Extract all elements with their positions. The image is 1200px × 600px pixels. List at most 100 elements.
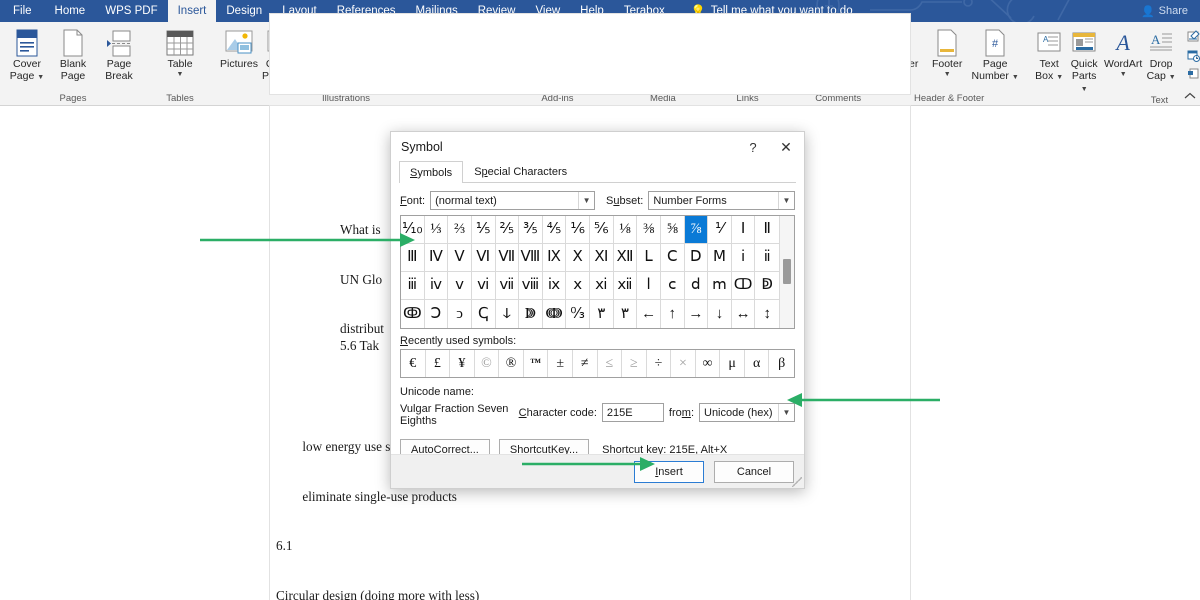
symbol-grid[interactable]: ⅒⅓⅔⅕⅖⅗⅘⅙⅚⅛⅜⅝⅞⅟ⅠⅡ ⅢⅣⅤⅥⅦⅧⅨⅩⅪⅫⅬⅭⅮⅯⅰⅱ ⅲⅳⅴⅵⅶⅷⅸⅹ… [401, 216, 779, 328]
symbol-cell[interactable]: → [685, 300, 709, 328]
ribbon-tab-insert[interactable]: Insert [167, 0, 217, 22]
footer-button[interactable]: Footer ▼ [924, 25, 970, 87]
symbol-cell[interactable]: ↄ [448, 300, 472, 328]
recent-symbol-cell[interactable]: ® [499, 350, 524, 377]
recent-symbol-cell[interactable]: × [671, 350, 696, 377]
symbol-grid-scrollbar[interactable] [779, 216, 794, 328]
symbol-cell[interactable]: Ⅵ [471, 244, 496, 272]
symbol-cell[interactable]: ⅒ [401, 216, 425, 244]
from-select[interactable]: Unicode (hex) ▼ [699, 403, 795, 422]
symbol-cell[interactable]: ↉ [566, 300, 590, 328]
recent-symbol-cell[interactable]: ™ [524, 350, 549, 377]
insert-button[interactable]: Insert [634, 460, 704, 483]
symbol-cell[interactable]: ↆ [496, 300, 520, 328]
subset-select[interactable]: Number Forms ▼ [648, 191, 795, 210]
wordart-button[interactable]: A WordArt ▼ [1102, 25, 1144, 87]
symbol-cell[interactable]: ⅘ [542, 216, 567, 244]
symbol-cell[interactable]: Ⅴ [448, 244, 472, 272]
object-button[interactable]: Object ▼ [1182, 65, 1200, 84]
scrollbar-thumb[interactable] [783, 259, 791, 284]
cover-page-button[interactable]: Cover Page ▼ [4, 25, 50, 87]
symbol-cell[interactable]: Ⅶ [495, 244, 520, 272]
symbol-dialog[interactable]: Symbol ? ✕ SSymbolsymbols Special Charac… [390, 131, 805, 489]
symbol-cell[interactable]: ⅼ [637, 272, 661, 300]
collapse-ribbon-button[interactable] [1184, 91, 1196, 103]
page-number-button[interactable]: # Page Number ▼ [970, 25, 1020, 87]
recent-symbol-cell[interactable]: ± [548, 350, 573, 377]
symbol-cell[interactable]: ⅟ [708, 216, 732, 244]
recent-symbol-cell[interactable]: £ [426, 350, 451, 377]
quick-parts-button[interactable]: Quick Parts ▼ [1066, 25, 1102, 94]
recent-symbol-cell[interactable]: © [475, 350, 500, 377]
symbol-cell[interactable]: Ⅰ [731, 216, 756, 244]
symbol-cell[interactable]: Ⅷ [519, 244, 543, 272]
symbol-cell[interactable]: ↇ [519, 300, 543, 328]
symbol-cell[interactable]: Ⅱ [755, 216, 779, 244]
symbol-cell[interactable]: ٣ [590, 300, 614, 328]
table-button[interactable]: Table ▼ [154, 25, 206, 87]
chevron-down-icon[interactable]: ▼ [778, 404, 794, 421]
signature-line-button[interactable]: Signature Line ▼ [1182, 27, 1200, 46]
recent-symbol-cell[interactable]: ≤ [598, 350, 623, 377]
text-box-button[interactable]: A Text Box ▼ [1032, 25, 1066, 87]
symbol-cell[interactable]: ⅝ [660, 216, 685, 244]
symbol-cell[interactable]: ⅴ [448, 272, 472, 300]
symbol-cell[interactable]: ⅜ [637, 216, 661, 244]
symbol-cell[interactable]: ↔ [732, 300, 756, 328]
symbol-cell[interactable]: ⅗ [519, 216, 543, 244]
symbol-cell[interactable]: ⅕ [471, 216, 496, 244]
symbol-cell[interactable]: Ⅹ [566, 244, 590, 272]
recent-symbol-cell[interactable]: ≠ [573, 350, 598, 377]
cancel-button[interactable]: Cancel [714, 460, 794, 483]
symbol-cell[interactable]: ⅔ [448, 216, 472, 244]
symbol-cell[interactable]: ⅿ [708, 272, 732, 300]
symbol-cell[interactable]: ⅰ [731, 244, 756, 272]
symbol-cell[interactable]: ⅸ [542, 272, 567, 300]
symbol-cell[interactable]: ⅾ [684, 272, 709, 300]
symbol-cell[interactable]: ⅳ [424, 272, 449, 300]
symbol-cell[interactable]: ⅖ [495, 216, 520, 244]
ribbon-tab-design[interactable]: Design [216, 0, 272, 22]
ribbon-tab-wps-pdf[interactable]: WPS PDF [95, 0, 167, 22]
symbol-cell[interactable]: ↈ [543, 300, 567, 328]
symbol-cell[interactable]: ⅙ [566, 216, 590, 244]
symbol-cell[interactable]: ↁ [755, 272, 779, 300]
resize-grip-icon[interactable] [792, 477, 802, 487]
symbol-cell[interactable]: ↅ [472, 300, 496, 328]
question-mark-icon[interactable]: ? [738, 133, 768, 161]
date-time-button[interactable]: Date & Time [1182, 46, 1200, 65]
symbol-cell[interactable]: Ⅼ [637, 244, 661, 272]
symbol-cell[interactable]: ⅽ [660, 272, 685, 300]
symbol-cell[interactable]: ⅶ [495, 272, 520, 300]
recent-symbol-cell[interactable]: € [401, 350, 426, 377]
recent-symbol-cell[interactable]: β [769, 350, 794, 377]
recent-symbol-cell[interactable]: μ [720, 350, 745, 377]
symbol-cell[interactable]: Ↄ [425, 300, 449, 328]
recent-symbol-cell[interactable]: ¥ [450, 350, 475, 377]
recent-symbol-cell[interactable]: α [745, 350, 770, 377]
symbol-cell[interactable]: ⅛ [613, 216, 638, 244]
page-break-button[interactable]: Page Break [96, 25, 142, 87]
symbol-cell[interactable]: ↀ [731, 272, 756, 300]
recent-symbol-cell[interactable]: ∞ [696, 350, 721, 377]
symbol-cell[interactable]: ⅵ [471, 272, 496, 300]
symbol-cell[interactable]: ⅞ [684, 216, 709, 244]
blank-page-button[interactable]: Blank Page [50, 25, 96, 87]
share-button[interactable]: 👤 Share [1135, 0, 1194, 22]
symbol-cell[interactable]: Ⅿ [708, 244, 732, 272]
recent-symbol-cell[interactable]: ÷ [647, 350, 672, 377]
symbol-cell[interactable]: ⅷ [519, 272, 543, 300]
symbol-cell[interactable]: Ⅾ [684, 244, 709, 272]
character-code-input[interactable]: 215E [601, 403, 664, 422]
symbol-cell[interactable]: Ⅳ [424, 244, 449, 272]
symbol-cell[interactable]: ⅚ [590, 216, 614, 244]
drop-cap-button[interactable]: A Drop Cap ▼ [1144, 25, 1178, 87]
tab-special-characters[interactable]: Sp ecial Characters [463, 161, 578, 182]
symbol-cell[interactable]: ⅻ [613, 272, 638, 300]
symbol-cell[interactable]: ٣ [614, 300, 638, 328]
symbol-cell[interactable]: ↂ [401, 300, 425, 328]
symbol-cell[interactable]: Ⅽ [660, 244, 685, 272]
symbol-cell[interactable]: Ⅲ [401, 244, 425, 272]
symbol-cell[interactable]: Ⅺ [590, 244, 614, 272]
chevron-down-icon[interactable]: ▼ [778, 192, 794, 209]
